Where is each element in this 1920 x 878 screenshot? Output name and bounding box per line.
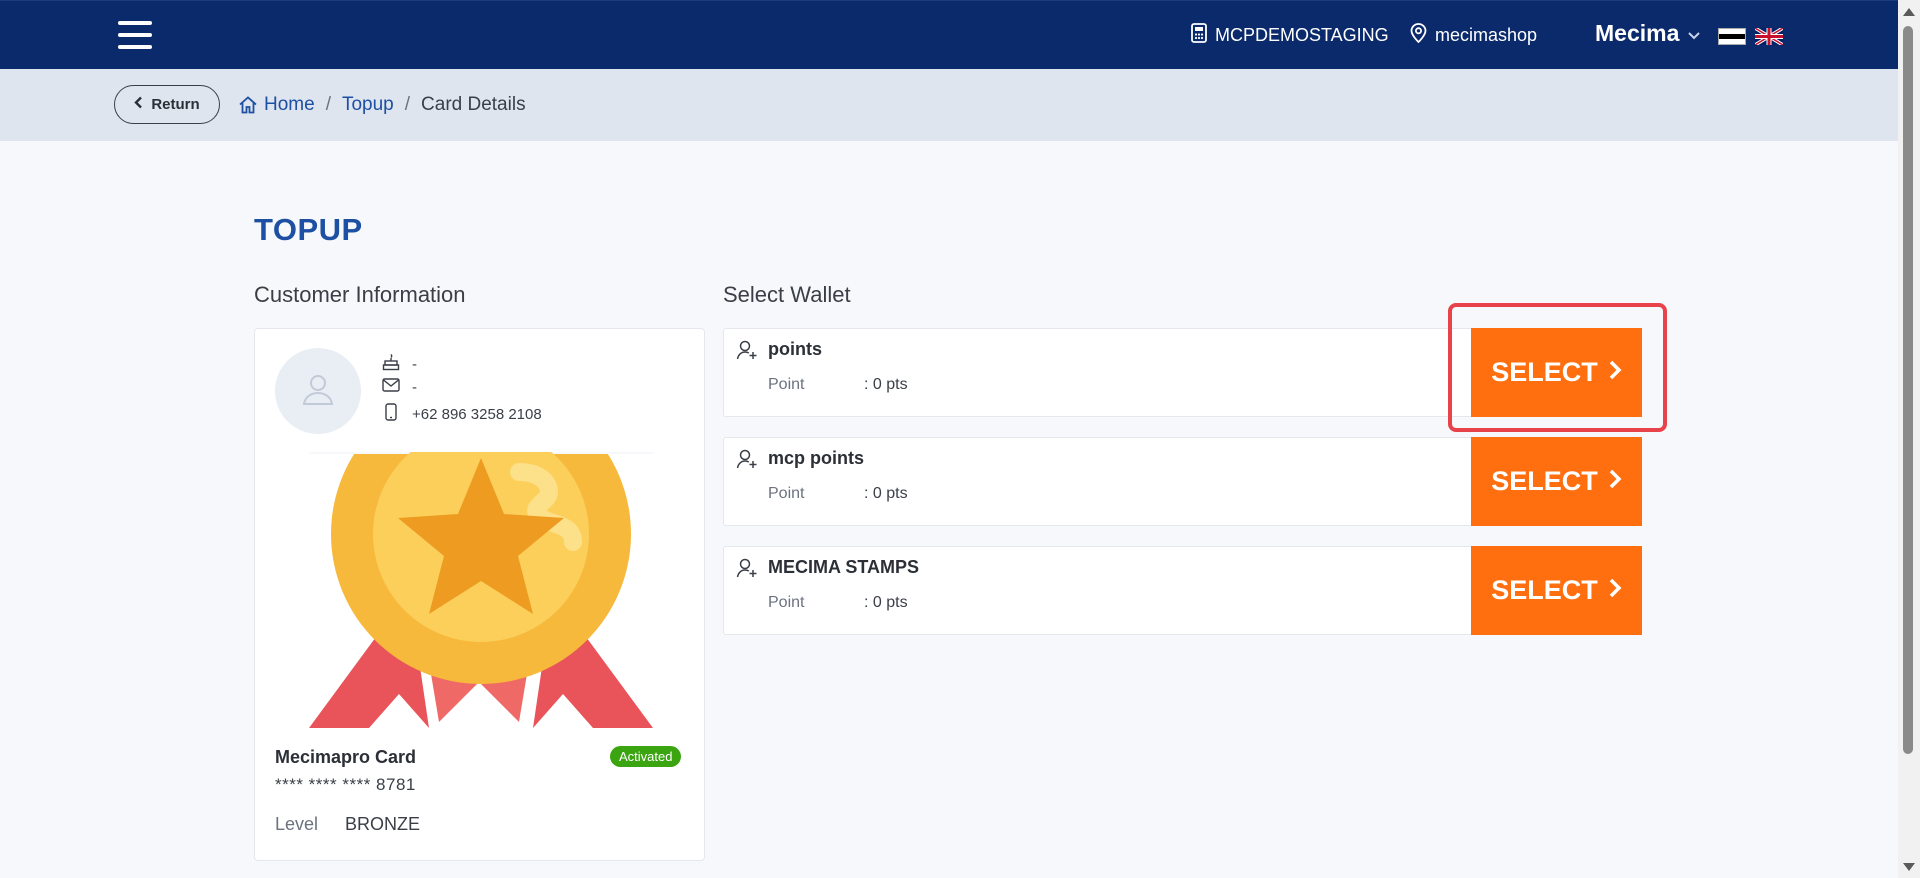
wallet-point-label: Point [768,594,805,611]
email-row: - [382,378,417,396]
wallet-name: mcp points [768,448,865,468]
top-navbar: MCPDEMOSTAGING mecimashop Mecima [0,0,1898,69]
select-label: SELECT [1491,466,1598,496]
return-label: Return [151,96,200,113]
page-title: TOPUP [254,212,363,247]
mail-icon [382,378,400,396]
scroll-down-arrow-icon[interactable] [1903,863,1915,871]
select-label: SELECT [1491,357,1598,387]
wallet-point-value: : 0 pts [864,594,908,611]
breadcrumb-current: Card Details [421,94,526,115]
select-wallet-button[interactable]: SELECT [1471,546,1642,635]
breadcrumb-topup-link[interactable]: Topup [342,94,394,116]
breadcrumb: Home / Topup / Card Details [238,94,526,116]
wallet-row-points: points Point : 0 pts SELECT [723,328,1642,417]
select-label: SELECT [1491,575,1598,605]
wallet-point-label: Point [768,485,805,502]
menu-icon[interactable] [118,21,152,49]
breadcrumb-separator: / [404,94,411,115]
avatar [275,348,361,434]
email-value: - [412,378,417,396]
scroll-up-arrow-icon[interactable] [1903,8,1915,16]
chevron-down-icon [1687,20,1701,47]
birthday-row: - [382,353,417,375]
wallet-point-value: : 0 pts [864,485,908,502]
birthday-cake-icon [382,353,400,375]
shop-selector[interactable]: mecimashop [1410,23,1537,48]
phone-row: +62 896 3258 2108 [382,403,542,425]
customer-section-title: Customer Information [254,282,466,307]
phone-value: +62 896 3258 2108 [412,405,542,423]
wallet-point-label: Point [768,376,805,393]
wallet-row-mcp-points: mcp points Point : 0 pts SELECT [723,437,1642,526]
phone-icon [382,403,400,425]
organization-selector[interactable]: MCPDEMOSTAGING [1191,23,1389,48]
level-value: BRONZE [345,814,421,834]
status-badge: Activated [610,746,682,767]
estonia-flag-icon[interactable] [1718,28,1746,45]
user-icon [299,370,337,413]
chevron-right-icon [1608,575,1622,606]
customer-card: - - +62 896 3258 2108 Mecimapro Card Act… [254,328,705,861]
breadcrumb-home-link[interactable]: Home [264,94,315,116]
scrollbar-thumb[interactable] [1903,26,1913,754]
home-icon[interactable] [238,95,258,115]
chevron-right-icon [1608,357,1622,388]
chevron-right-icon [1608,466,1622,497]
wallet-row-mecima-stamps: MECIMA STAMPS Point : 0 pts SELECT [723,546,1642,635]
wallet-name: points [768,339,822,359]
user-plus-icon [736,448,758,475]
wallet-section-title: Select Wallet [723,282,851,307]
user-plus-icon [736,557,758,584]
card-name: Mecimapro Card [275,747,417,767]
user-menu[interactable]: Mecima [1595,20,1701,47]
wallet-name: MECIMA STAMPS [768,557,919,577]
calculator-icon [1191,23,1207,48]
organization-name: MCPDEMOSTAGING [1215,25,1389,45]
breadcrumb-bar: Return Home / Topup / Card Details [0,69,1898,141]
uk-flag-icon[interactable] [1754,26,1784,47]
wallet-point-value: : 0 pts [864,376,908,393]
select-wallet-button[interactable]: SELECT [1471,437,1642,526]
scrollbar[interactable] [1898,0,1920,878]
location-pin-icon [1410,23,1427,48]
chevron-left-icon [134,96,143,113]
level-label: Level [275,814,319,834]
birthday-value: - [412,355,417,373]
user-name: Mecima [1595,20,1680,46]
card-number: **** **** **** 8781 [275,775,416,794]
user-plus-icon [736,339,758,366]
medal-icon [309,372,653,728]
shop-name: mecimashop [1435,25,1538,45]
breadcrumb-separator: / [325,94,331,115]
select-wallet-button[interactable]: SELECT [1471,328,1642,417]
return-button[interactable]: Return [114,85,220,124]
